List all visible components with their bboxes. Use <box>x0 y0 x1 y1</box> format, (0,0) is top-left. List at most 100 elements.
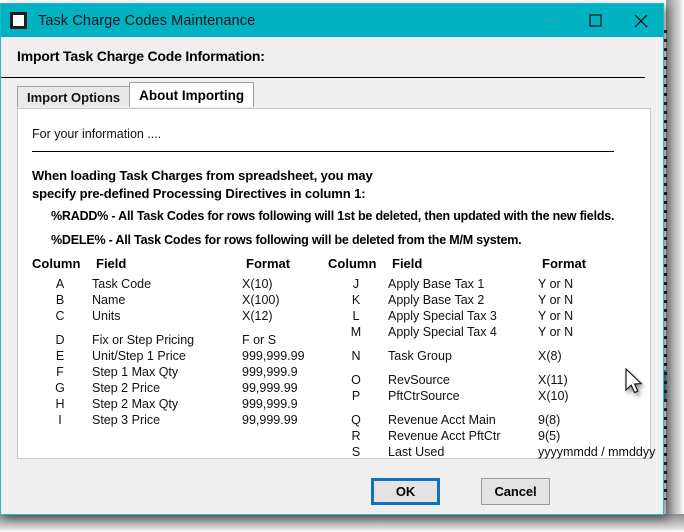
cell-field: Step 2 Max Qty <box>92 397 179 411</box>
cell-column: F <box>56 365 64 379</box>
tab-strip: Import Options About Importing <box>17 82 255 107</box>
table-row: A Task Code X(10) <box>28 276 318 292</box>
ok-button[interactable]: OK <box>371 478 440 505</box>
cell-format: 999,999.9 <box>242 397 298 411</box>
cell-field: Unit/Step 1 Price <box>92 349 186 363</box>
cell-column: R <box>351 429 361 443</box>
intro-line-2: specify pre-defined Processing Directive… <box>32 186 366 201</box>
table-row: Q Revenue Acct Main 9(8) <box>324 412 634 428</box>
window-app-icon <box>10 12 27 29</box>
field-table-left-body: A Task Code X(10) B Name X(100) C Units X(12) D Fi… <box>28 276 318 428</box>
cell-column: M <box>350 325 362 339</box>
cell-format: X(10) <box>538 389 569 403</box>
cell-column: H <box>55 397 65 411</box>
header-band: Import Task Charge Code Information: <box>1 37 663 80</box>
cell-format: 9(5) <box>538 429 561 443</box>
cell-column: G <box>55 381 65 395</box>
table-row: L Apply Special Tax 3 Y or N <box>324 308 634 324</box>
cell-format: X(12) <box>242 309 273 323</box>
cell-column: B <box>55 293 65 307</box>
cell-field: Task Code <box>92 277 152 291</box>
cell-field: Step 1 Max Qty <box>92 365 179 379</box>
tab-import-options[interactable]: Import Options <box>17 86 131 107</box>
cell-format: yyyymmdd / mmddyy <box>538 445 656 459</box>
close-icon[interactable] <box>618 4 663 37</box>
cell-format: F or S <box>242 333 277 347</box>
cell-format: 999,999.9 <box>242 365 298 379</box>
header-column: Column <box>32 256 81 271</box>
table-row: J Apply Base Tax 1 Y or N <box>324 276 634 292</box>
cell-field: Name <box>92 293 126 307</box>
cell-format: X(100) <box>242 293 280 307</box>
cell-column: P <box>351 389 361 403</box>
table-row: O RevSource X(11) <box>324 372 634 388</box>
cell-column: N <box>351 349 361 363</box>
minimize-icon[interactable] <box>528 4 573 37</box>
cell-field: Revenue Acct Main <box>388 413 496 427</box>
table-row: M Apply Special Tax 4 Y or N <box>324 324 634 340</box>
cell-format: Y or N <box>538 325 574 339</box>
cell-field: RevSource <box>388 373 450 387</box>
cell-field: Units <box>92 309 121 323</box>
cell-column: Q <box>351 413 361 427</box>
cancel-button[interactable]: Cancel <box>481 478 550 505</box>
cell-field: Apply Base Tax 1 <box>388 277 485 291</box>
cell-field: Step 2 Price <box>92 381 161 395</box>
cell-field: PftCtrSource <box>388 389 460 403</box>
table-row: D Fix or Step Pricing F or S <box>28 332 318 348</box>
cell-format: X(8) <box>538 349 562 363</box>
table-row: P PftCtrSource X(10) <box>324 388 634 404</box>
table-row: R Revenue Acct PftCtr 9(5) <box>324 428 634 444</box>
header-column: Column <box>328 256 377 271</box>
window-title: Task Charge Codes Maintenance <box>38 12 256 29</box>
dialog-footer: OK Cancel <box>1 459 665 516</box>
desktop-bottom-edge <box>0 514 684 532</box>
cell-field: Apply Special Tax 4 <box>388 325 497 339</box>
header-field: Field <box>96 256 127 271</box>
header-format: Format <box>246 256 291 271</box>
cell-column: S <box>351 445 361 459</box>
table-row: E Unit/Step 1 Price 999,999.99 <box>28 348 318 364</box>
cell-column: J <box>352 277 360 291</box>
cell-format: Y or N <box>538 293 574 307</box>
cell-field: Apply Special Tax 3 <box>388 309 497 323</box>
tab-about-importing[interactable]: About Importing <box>129 82 255 107</box>
cell-format: Y or N <box>538 309 574 323</box>
intro-line-1: When loading Task Charges from spreadshe… <box>32 168 373 183</box>
intro-text: When loading Task Charges from spreadshe… <box>32 167 373 203</box>
cell-column: L <box>352 309 360 323</box>
title-bar[interactable]: Task Charge Codes Maintenance <box>1 4 663 37</box>
header-field: Field <box>392 256 423 271</box>
field-table-left-header: Column Field Format <box>28 256 318 271</box>
cell-column: C <box>55 309 65 323</box>
header-format: Format <box>542 256 587 271</box>
cell-format: 999,999.99 <box>242 349 305 363</box>
directive-radd: %RADD% - All Task Codes for rows followi… <box>51 209 615 223</box>
task-charge-codes-maintenance-window: Task Charge Codes Maintenance Import Tas… <box>0 3 664 515</box>
cell-format: X(10) <box>242 277 273 291</box>
cell-column: D <box>55 333 65 347</box>
table-row: H Step 2 Max Qty 999,999.9 <box>28 396 318 412</box>
field-table-right-header: Column Field Format <box>324 256 634 271</box>
cell-field: Last Used <box>388 445 445 459</box>
table-row: N Task Group X(8) <box>324 348 634 364</box>
cell-format: Y or N <box>538 277 574 291</box>
table-row: C Units X(12) <box>28 308 318 324</box>
table-row: G Step 2 Price 99,999.99 <box>28 380 318 396</box>
table-row: S Last Used yyyymmdd / mmddyy <box>324 444 656 460</box>
cell-field: Revenue Acct PftCtr <box>388 429 501 443</box>
window-controls <box>528 4 663 37</box>
table-row: B Name X(100) <box>28 292 318 308</box>
fyi-divider <box>32 151 614 152</box>
table-row: I Step 3 Price 99,999.99 <box>28 412 318 428</box>
cell-column: I <box>58 413 62 427</box>
desktop-right-edge <box>666 0 684 532</box>
cell-format: X(11) <box>538 373 568 387</box>
cell-field: Apply Base Tax 2 <box>388 293 485 307</box>
cell-format: 9(8) <box>538 413 561 427</box>
table-row: K Apply Base Tax 2 Y or N <box>324 292 634 308</box>
maximize-icon[interactable] <box>573 4 618 37</box>
field-table-right-body: J Apply Base Tax 1 Y or N K Apply Base Tax 2… <box>324 276 656 460</box>
cell-format: 99,999.99 <box>242 413 298 427</box>
field-table-left: Column Field Format A Task Code X(10) B Name… <box>28 256 318 428</box>
